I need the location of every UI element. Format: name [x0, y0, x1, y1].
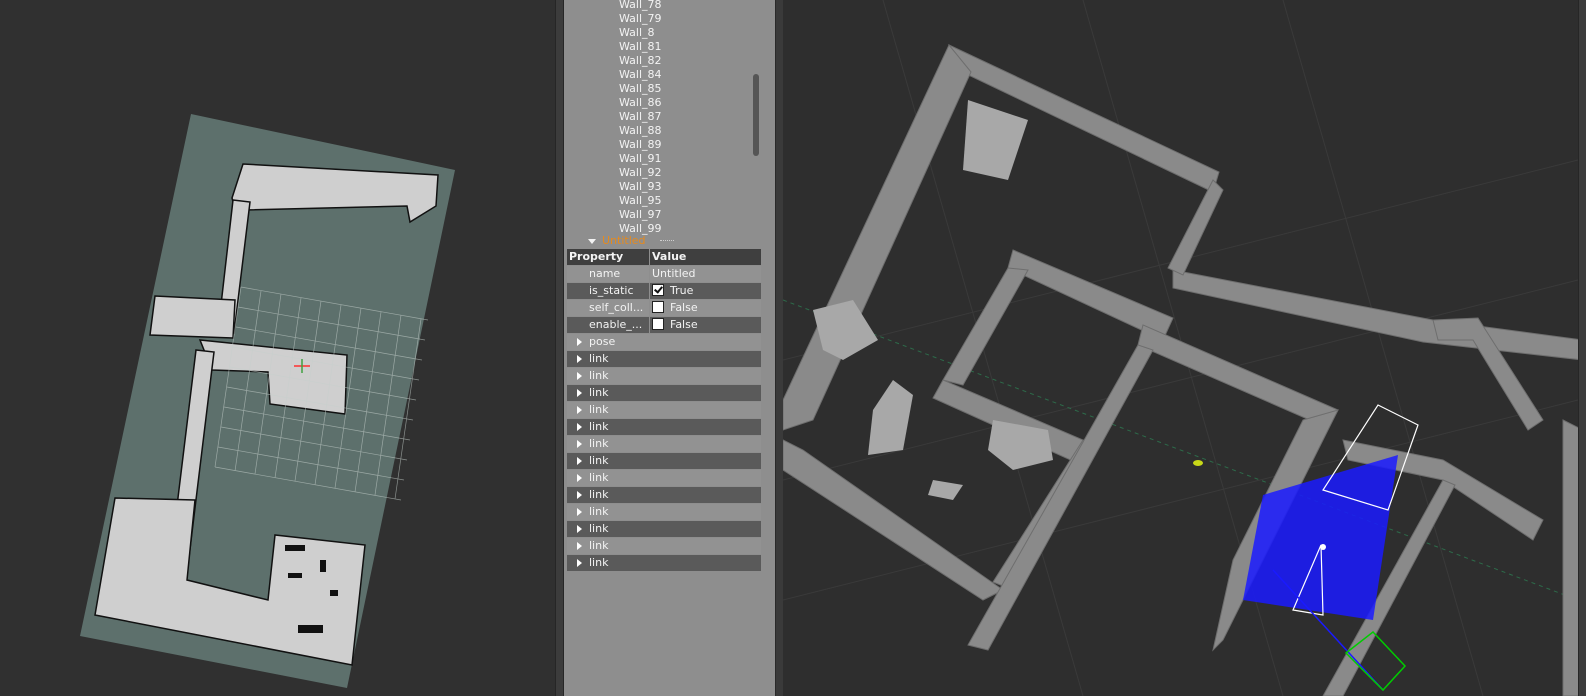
- tree-item-wall[interactable]: Wall_86: [619, 96, 662, 110]
- triangle-right-icon[interactable]: [577, 423, 582, 431]
- splitter-edge[interactable]: [1578, 0, 1586, 696]
- triangle-right-icon[interactable]: [577, 508, 582, 516]
- tree-item-wall[interactable]: Wall_87: [619, 110, 662, 124]
- property-name: is_static: [589, 284, 634, 297]
- property-row-is-static[interactable]: is_static True: [567, 283, 761, 299]
- group-label: link: [589, 403, 609, 416]
- header-property: Property: [569, 250, 624, 263]
- property-group-link[interactable]: link: [567, 351, 761, 367]
- tree-item-wall[interactable]: Wall_84: [619, 68, 662, 82]
- property-group-link[interactable]: link: [567, 521, 761, 537]
- tree-item-wall[interactable]: Wall_81: [619, 40, 662, 54]
- triangle-right-icon[interactable]: [577, 406, 582, 414]
- triangle-right-icon[interactable]: [577, 389, 582, 397]
- tree-scrollbar-thumb[interactable]: [753, 74, 759, 156]
- triangle-right-icon[interactable]: [577, 457, 582, 465]
- triangle-right-icon[interactable]: [577, 525, 582, 533]
- triangle-right-icon[interactable]: [577, 491, 582, 499]
- tree-item-wall[interactable]: Wall_92: [619, 166, 662, 180]
- triangle-right-icon[interactable]: [577, 440, 582, 448]
- tree-item-wall[interactable]: Wall_89: [619, 138, 662, 152]
- goal-marker: [1193, 460, 1203, 466]
- property-value: False: [670, 318, 698, 331]
- property-group-pose[interactable]: pose: [567, 334, 761, 350]
- group-label: link: [589, 352, 609, 365]
- robot-footprint: [1243, 455, 1398, 620]
- triangle-right-icon[interactable]: [577, 372, 582, 380]
- property-name: enable_...: [589, 318, 643, 331]
- property-row-self-collide[interactable]: self_coll... False: [567, 300, 761, 316]
- property-value[interactable]: Untitled: [652, 266, 696, 282]
- property-group-link[interactable]: link: [567, 504, 761, 520]
- tree-model-label: Untitled: [602, 234, 646, 247]
- property-group-link[interactable]: link: [567, 436, 761, 452]
- tree-item-wall[interactable]: Wall_8: [619, 26, 655, 40]
- property-name: self_coll...: [589, 301, 644, 314]
- scene-view-3d[interactable]: [783, 0, 1578, 696]
- triangle-right-icon[interactable]: [577, 338, 582, 346]
- property-group-link[interactable]: link: [567, 470, 761, 486]
- checkbox-icon[interactable]: [652, 284, 664, 296]
- group-label: pose: [589, 335, 616, 348]
- map-view[interactable]: [0, 0, 555, 696]
- group-label: link: [589, 522, 609, 535]
- property-group-link[interactable]: link: [567, 385, 761, 401]
- walls: [783, 44, 1578, 696]
- header-value: Value: [652, 250, 687, 263]
- tree-item-wall[interactable]: Wall_85: [619, 82, 662, 96]
- checkbox-icon[interactable]: [652, 318, 664, 330]
- tree-item-wall[interactable]: Wall_78: [619, 0, 662, 12]
- group-label: link: [589, 454, 609, 467]
- occupancy-map: [80, 114, 455, 688]
- property-row-name[interactable]: name Untitled: [567, 266, 761, 282]
- property-group-link[interactable]: link: [567, 487, 761, 503]
- property-group-link[interactable]: link: [567, 368, 761, 384]
- group-label: link: [589, 488, 609, 501]
- group-label: link: [589, 556, 609, 569]
- splitter-left[interactable]: [555, 0, 564, 696]
- scene-render: [783, 0, 1578, 696]
- property-group-link[interactable]: link: [567, 453, 761, 469]
- group-label: link: [589, 437, 609, 450]
- tree-branch-dots: [660, 240, 674, 242]
- tree-item-wall[interactable]: Wall_95: [619, 194, 662, 208]
- triangle-down-icon[interactable]: [588, 238, 596, 244]
- tree-item-wall[interactable]: Wall_91: [619, 152, 662, 166]
- triangle-right-icon[interactable]: [577, 474, 582, 482]
- tree-item-wall[interactable]: Wall_79: [619, 12, 662, 26]
- tree-item-model[interactable]: Untitled: [588, 234, 646, 248]
- model-panel: Wall_78 Wall_79 Wall_8 Wall_81 Wall_82 W…: [564, 0, 775, 696]
- triangle-right-icon[interactable]: [577, 559, 582, 567]
- group-label: link: [589, 420, 609, 433]
- group-label: link: [589, 369, 609, 382]
- group-label: link: [589, 386, 609, 399]
- property-group-link[interactable]: link: [567, 419, 761, 435]
- checkbox-icon[interactable]: [652, 301, 664, 313]
- property-group-link[interactable]: link: [567, 538, 761, 554]
- tree-item-wall[interactable]: Wall_97: [619, 208, 662, 222]
- property-value: False: [670, 301, 698, 314]
- property-value: True: [670, 284, 694, 297]
- property-row-enable-wind[interactable]: enable_... False: [567, 317, 761, 333]
- group-label: link: [589, 539, 609, 552]
- triangle-right-icon[interactable]: [577, 355, 582, 363]
- splitter-right[interactable]: [775, 0, 783, 696]
- group-label: link: [589, 471, 609, 484]
- tree-item-wall[interactable]: Wall_88: [619, 124, 662, 138]
- property-table-header: Property Value: [567, 249, 761, 265]
- tree-item-wall[interactable]: Wall_82: [619, 54, 662, 68]
- property-name: name: [589, 267, 621, 280]
- property-group-link[interactable]: link: [567, 555, 761, 571]
- property-group-link[interactable]: link: [567, 402, 761, 418]
- triangle-right-icon[interactable]: [577, 542, 582, 550]
- tree-item-wall[interactable]: Wall_93: [619, 180, 662, 194]
- robot-origin: [1320, 544, 1326, 550]
- group-label: link: [589, 505, 609, 518]
